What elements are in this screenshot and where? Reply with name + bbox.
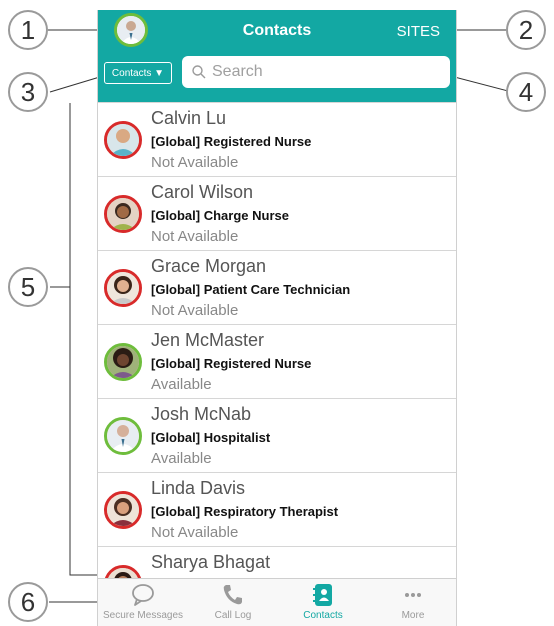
contact-avatar bbox=[104, 417, 142, 455]
contact-role: [Global] Registered Nurse bbox=[151, 134, 312, 149]
contact-status: Not Available bbox=[151, 228, 239, 245]
contact-name: Calvin Lu bbox=[151, 108, 227, 128]
tab-label: Contacts bbox=[303, 610, 343, 621]
callout-1: 1 bbox=[8, 10, 48, 50]
phone-icon bbox=[223, 585, 242, 605]
contact-avatar bbox=[104, 343, 142, 381]
contact-name: Carol Wilson bbox=[151, 182, 254, 202]
sites-button[interactable]: SITES bbox=[397, 23, 440, 40]
tab-call-log[interactable]: Call Log bbox=[188, 579, 278, 626]
contact-role: [Global] Registered Nurse bbox=[151, 356, 312, 371]
callout-6: 6 bbox=[8, 582, 48, 622]
more-dots-icon bbox=[405, 593, 421, 597]
contact-photo-icon bbox=[107, 346, 139, 378]
contact-photo-icon bbox=[107, 420, 139, 452]
tab-contacts[interactable]: Contacts bbox=[278, 579, 368, 626]
contact-row[interactable]: Grace Morgan [Global] Patient Care Techn… bbox=[98, 250, 456, 324]
contact-name: Linda Davis bbox=[151, 478, 246, 498]
callout-4: 4 bbox=[506, 72, 546, 112]
tab-more[interactable]: More bbox=[368, 579, 456, 626]
contact-status: Not Available bbox=[151, 302, 239, 319]
contact-row[interactable]: Linda Davis [Global] Respiratory Therapi… bbox=[98, 472, 456, 546]
contact-status: Not Available bbox=[151, 154, 239, 171]
contact-role: [Global] Patient Care Technician bbox=[151, 282, 351, 297]
contact-avatar bbox=[104, 269, 142, 307]
contact-status: Not Available bbox=[151, 524, 239, 541]
contacts-filter-dropdown[interactable]: Contacts ▼ bbox=[104, 62, 172, 84]
contact-role: [Global] Respiratory Therapist bbox=[151, 504, 339, 519]
contact-row[interactable]: Jen McMaster [Global] Registered Nurse A… bbox=[98, 324, 456, 398]
contact-name: Grace Morgan bbox=[151, 256, 267, 276]
contact-status: Available bbox=[151, 450, 212, 467]
contact-role: [Global] Hospitalist bbox=[151, 430, 271, 445]
chat-bubble-icon bbox=[132, 584, 154, 606]
search-bar: Contacts ▼ bbox=[98, 52, 456, 104]
contact-photo-icon bbox=[107, 124, 139, 156]
callout-3: 3 bbox=[8, 72, 48, 112]
contacts-list[interactable]: Calvin Lu [Global] Registered Nurse Not … bbox=[98, 102, 456, 588]
contact-name: Jen McMaster bbox=[151, 330, 265, 350]
contact-avatar bbox=[104, 121, 142, 159]
my-profile-avatar[interactable] bbox=[114, 13, 148, 47]
contact-avatar bbox=[104, 195, 142, 233]
search-input[interactable] bbox=[212, 63, 432, 81]
app-header: Contacts SITES bbox=[98, 10, 456, 52]
page-title: Contacts bbox=[242, 22, 312, 39]
profile-photo-icon bbox=[117, 16, 145, 44]
contact-row[interactable]: Josh McNab [Global] Hospitalist Availabl… bbox=[98, 398, 456, 472]
contact-photo-icon bbox=[107, 494, 139, 526]
contact-photo-icon bbox=[107, 198, 139, 230]
contact-name: Sharya Bhagat bbox=[151, 552, 271, 572]
contact-role: [Global] Charge Nurse bbox=[151, 208, 289, 223]
callout-2: 2 bbox=[506, 10, 546, 50]
contact-row[interactable]: Carol Wilson [Global] Charge Nurse Not A… bbox=[98, 176, 456, 250]
tab-label: More bbox=[401, 610, 425, 621]
phone-screen: Contacts SITES Contacts ▼ Calvin Lu [Glo… bbox=[97, 10, 457, 626]
search-field[interactable] bbox=[182, 56, 450, 88]
tab-label: Call Log bbox=[214, 610, 252, 621]
contact-status: Available bbox=[151, 376, 212, 393]
contact-name: Josh McNab bbox=[151, 404, 252, 424]
tab-label: Secure Messages bbox=[102, 610, 184, 621]
tab-secure-messages[interactable]: Secure Messages bbox=[98, 579, 188, 626]
bottom-tab-bar: Secure Messages Call Log Contacts More bbox=[98, 578, 456, 626]
contacts-book-icon bbox=[313, 584, 332, 606]
contact-photo-icon bbox=[107, 272, 139, 304]
callout-5: 5 bbox=[8, 267, 48, 307]
search-icon bbox=[192, 65, 206, 79]
contact-row[interactable]: Calvin Lu [Global] Registered Nurse Not … bbox=[98, 102, 456, 176]
contact-avatar bbox=[104, 491, 142, 529]
